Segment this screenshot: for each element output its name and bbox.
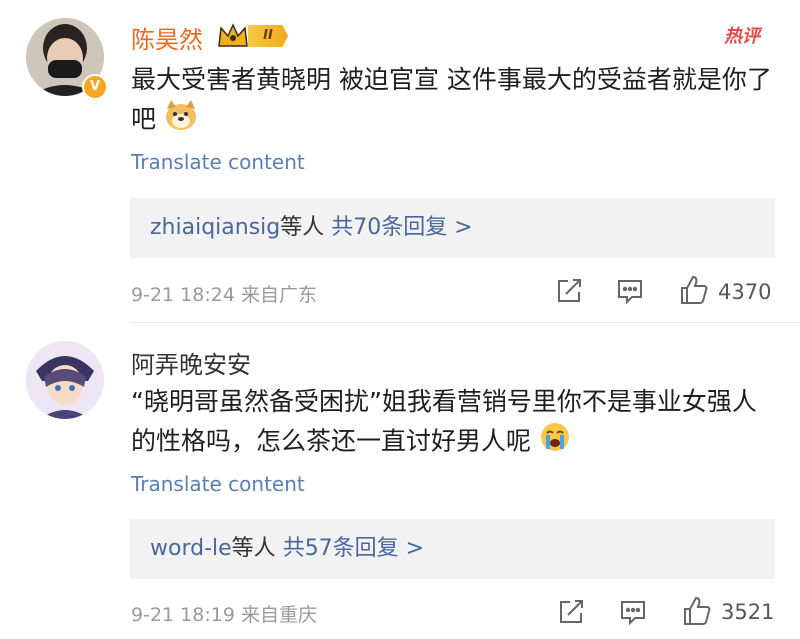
reply-summary[interactable]: word-le等人 共57条回复 > [130, 519, 775, 579]
divider [130, 322, 800, 323]
translate-link[interactable]: Translate content [131, 472, 305, 496]
like-icon[interactable] [679, 274, 709, 304]
reply-summary[interactable]: zhiaiqiansig等人 共70条回复 > [130, 198, 775, 258]
like-count: 3521 [721, 600, 775, 624]
share-icon[interactable] [554, 276, 584, 306]
reply-count[interactable]: 共70条回复 > [331, 215, 472, 240]
doge-icon [164, 99, 198, 142]
avatar[interactable] [26, 341, 104, 419]
share-icon[interactable] [556, 597, 586, 627]
timestamp: 9-21 18:24 来自广东 [131, 284, 317, 306]
username[interactable]: 陈昊然 [131, 20, 203, 55]
like-icon[interactable] [682, 595, 712, 625]
username[interactable]: 阿弄晚安安 [131, 345, 251, 380]
reply-mid-text: 等人 [231, 536, 276, 561]
crown-icon [216, 22, 250, 54]
comment-icon[interactable] [615, 276, 645, 306]
translate-link[interactable]: Translate content [131, 150, 305, 174]
reply-user[interactable]: zhiaiqiansig [150, 215, 280, 240]
reply-user[interactable]: word-le [150, 536, 232, 561]
hot-comment-badge: 热评 [724, 26, 760, 47]
comment-icon[interactable] [618, 597, 648, 627]
timestamp: 9-21 18:19 来自重庆 [131, 604, 317, 626]
crying-emoji-icon [539, 421, 571, 464]
comment-text: 最大受害者黄晓明 被迫官宣 这件事最大的受益者就是你了吧 [131, 60, 791, 142]
comment-text: “晓明哥虽然备受困扰”姐我看营销号里你不是事业女强人的性格吗，怎么茶还一直讨好男… [131, 382, 771, 464]
rank-badge: II [248, 25, 288, 47]
like-count: 4370 [718, 280, 772, 304]
verified-badge-icon: V [82, 74, 108, 100]
reply-mid-text: 等人 [280, 215, 325, 240]
reply-count[interactable]: 共57条回复 > [283, 536, 424, 561]
